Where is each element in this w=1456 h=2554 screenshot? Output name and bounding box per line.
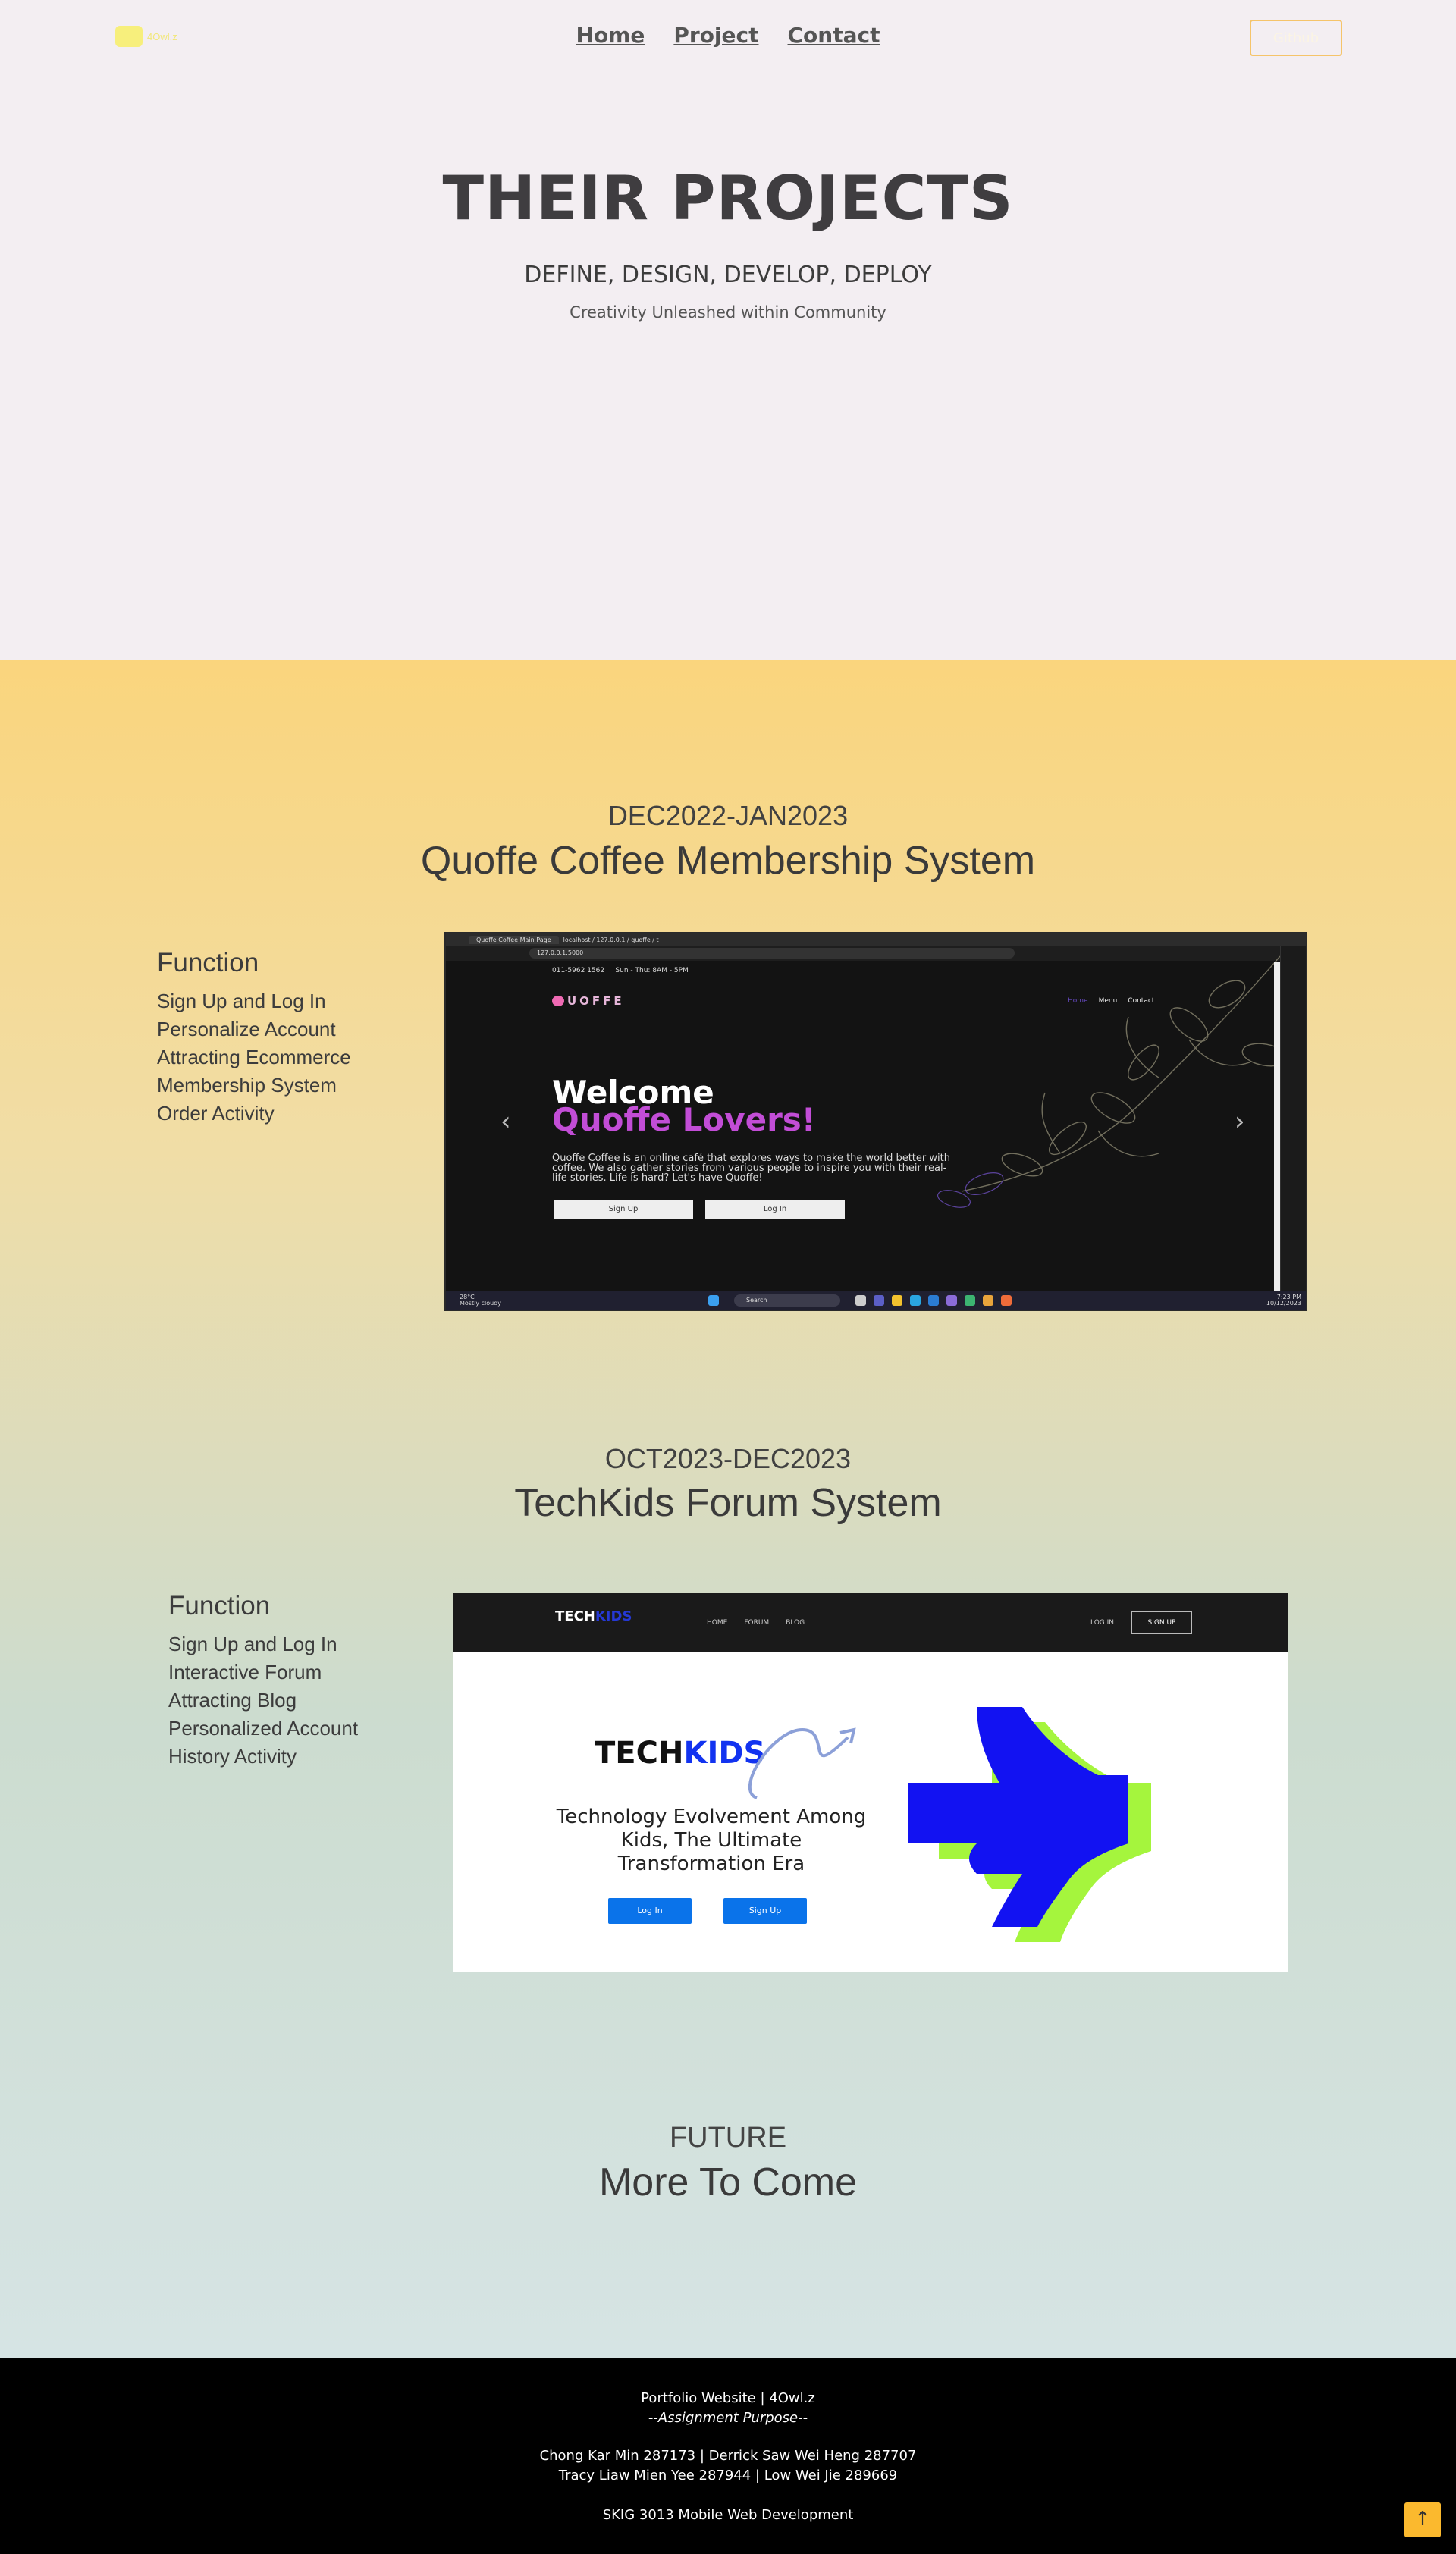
footer-assignment: --Assignment Purpose--	[648, 2410, 808, 2426]
quoffe-contact-bar: 011-5962 1562 Sun - Thu: 8AM - 5PM	[552, 967, 689, 974]
techkids-nav-signup: SIGN UP	[1131, 1611, 1192, 1634]
quoffe-logo-text: UOFFE	[567, 994, 625, 1008]
footer-course: SKIG 3013 Mobile Web Development	[602, 2507, 854, 2523]
techkids-arrow-art	[908, 1707, 1151, 1942]
project-date: OCT2023-DEC2023	[604, 1443, 852, 1474]
function-heading: Function	[157, 948, 259, 977]
xampp-icon	[1001, 1295, 1012, 1306]
function-item: Sign Up and Log In	[157, 990, 326, 1012]
carousel-prev-icon: ‹	[500, 1106, 511, 1137]
quoffe-cup-icon	[552, 996, 564, 1006]
quoffe-signup-button: Sign Up	[554, 1200, 693, 1219]
quoffe-screenshot: Quoffe Coffee Main Page localhost / 127.…	[444, 932, 1307, 1311]
project-date: DEC2022-JAN2023	[607, 800, 849, 831]
arrow-up-icon: ↑	[1414, 2508, 1431, 2530]
brand-tech: TECH	[555, 1608, 595, 1624]
future-title: More To Come	[598, 2160, 858, 2204]
file-explorer-icon	[855, 1295, 866, 1306]
function-item: Attracting Blog	[168, 1689, 297, 1712]
function-item: Personalize Account	[157, 1018, 336, 1040]
future-label: FUTURE	[669, 2122, 787, 2154]
project-title: Quoffe Coffee Membership System	[420, 839, 1036, 883]
browser-tabs: Quoffe Coffee Main Page localhost / 127.…	[446, 933, 1306, 946]
quoffe-logo: UOFFE	[552, 994, 625, 1008]
clock-date: 10/12/2023	[1266, 1300, 1301, 1307]
quoffe-login-button: Log In	[705, 1200, 845, 1219]
techkids-nav-login: LOG IN	[1090, 1619, 1114, 1627]
word-icon	[928, 1295, 939, 1306]
techkids-screenshot: TECHKIDS HOME FORUM BLOG LOG IN SIGN UP …	[453, 1593, 1288, 1972]
taskbar-search: Search	[734, 1294, 840, 1307]
taskbar-icons	[708, 1295, 719, 1306]
chrome-icon	[965, 1295, 975, 1306]
browser-tab: Quoffe Coffee Main Page	[469, 935, 559, 944]
taskbar-clock: 7:23 PM 10/12/2023	[1266, 1294, 1301, 1307]
techkids-nav-forum: FORUM	[744, 1619, 770, 1627]
app-icon	[983, 1295, 993, 1306]
project-title: TechKids Forum System	[514, 1481, 942, 1525]
quoffe-lovers: Quoffe Lovers!	[552, 1101, 816, 1138]
logo-tech: TECH	[595, 1736, 684, 1771]
function-item: Sign Up and Log In	[168, 1633, 337, 1655]
techkids-signup-button: Sign Up	[723, 1898, 807, 1924]
hero-section: THEIR PROJECTS DEFINE, DESIGN, DEVELOP, …	[0, 0, 1456, 660]
function-item: Order Activity	[157, 1102, 275, 1125]
footer-members-2: Tracy Liaw Mien Yee 287944 | Low Wei Jie…	[558, 2468, 898, 2483]
folder-icon	[892, 1295, 902, 1306]
techkids-tagline: Technology Evolvement Among Kids, The Ul…	[556, 1806, 867, 1875]
function-item: Membership System	[157, 1074, 337, 1097]
footer-members-1: Chong Kar Min 287173 | Derrick Saw Wei H…	[539, 2448, 917, 2464]
taskbar-weather: 28°C Mostly cloudy	[460, 1294, 501, 1307]
function-item: Interactive Forum	[168, 1661, 322, 1683]
techkids-nav-links: HOME FORUM BLOG	[707, 1619, 805, 1627]
edge-icon	[910, 1295, 921, 1306]
techkids-login-button: Log In	[608, 1898, 692, 1924]
page-title: THEIR PROJECTS	[442, 163, 1014, 234]
techkids-navbar: TECHKIDS HOME FORUM BLOG LOG IN SIGN UP	[453, 1593, 1288, 1652]
vscode-icon	[946, 1295, 957, 1306]
hero-subtitle: DEFINE, DESIGN, DEVELOP, DEPLOY	[524, 262, 932, 288]
techkids-nav-logo: TECHKIDS	[555, 1608, 632, 1624]
function-item: Attracting Ecommerce	[157, 1046, 351, 1068]
coffee-plant-illustration	[937, 955, 1288, 1208]
taskbar-app-icons	[855, 1295, 1012, 1306]
brand-kids: KIDS	[595, 1608, 632, 1624]
function-list: Function Sign Up and Log In Personalize …	[157, 948, 351, 1128]
site-footer: Portfolio Website | 4Owl.z --Assignment …	[0, 2358, 1456, 2554]
browser-sidebar	[1280, 946, 1306, 1299]
logo-swoosh-icon	[748, 1727, 856, 1799]
techkids-nav-blog: BLOG	[786, 1619, 805, 1627]
function-heading: Function	[168, 1591, 271, 1621]
teams-icon	[874, 1295, 884, 1306]
weather-desc: Mostly cloudy	[460, 1300, 501, 1307]
function-item: Personalized Account	[168, 1717, 359, 1740]
quoffe-description: Quoffe Coffee is an online café that exp…	[552, 1153, 950, 1184]
function-list: Function Sign Up and Log In Interactive …	[168, 1591, 358, 1771]
hours-text: Sun - Thu: 8AM - 5PM	[615, 967, 689, 974]
phone-text: 011-5962 1562	[552, 967, 605, 974]
function-item: History Activity	[168, 1745, 297, 1768]
browser-tab: localhost / 127.0.0.1 / quoffe / t	[563, 936, 659, 943]
windows-taskbar: 28°C Mostly cloudy Search 7:23 PM 10/12/…	[446, 1291, 1306, 1310]
back-to-top-button[interactable]: ↑	[1404, 2502, 1441, 2537]
footer-site: Portfolio Website | 4Owl.z	[641, 2390, 815, 2406]
windows-start-icon	[708, 1295, 719, 1306]
techkids-nav-home: HOME	[707, 1619, 728, 1627]
hero-tagline: Creativity Unleashed within Community	[570, 303, 886, 322]
browser-scrollbar	[1274, 962, 1280, 1296]
carousel-next-icon: ›	[1235, 1106, 1245, 1137]
